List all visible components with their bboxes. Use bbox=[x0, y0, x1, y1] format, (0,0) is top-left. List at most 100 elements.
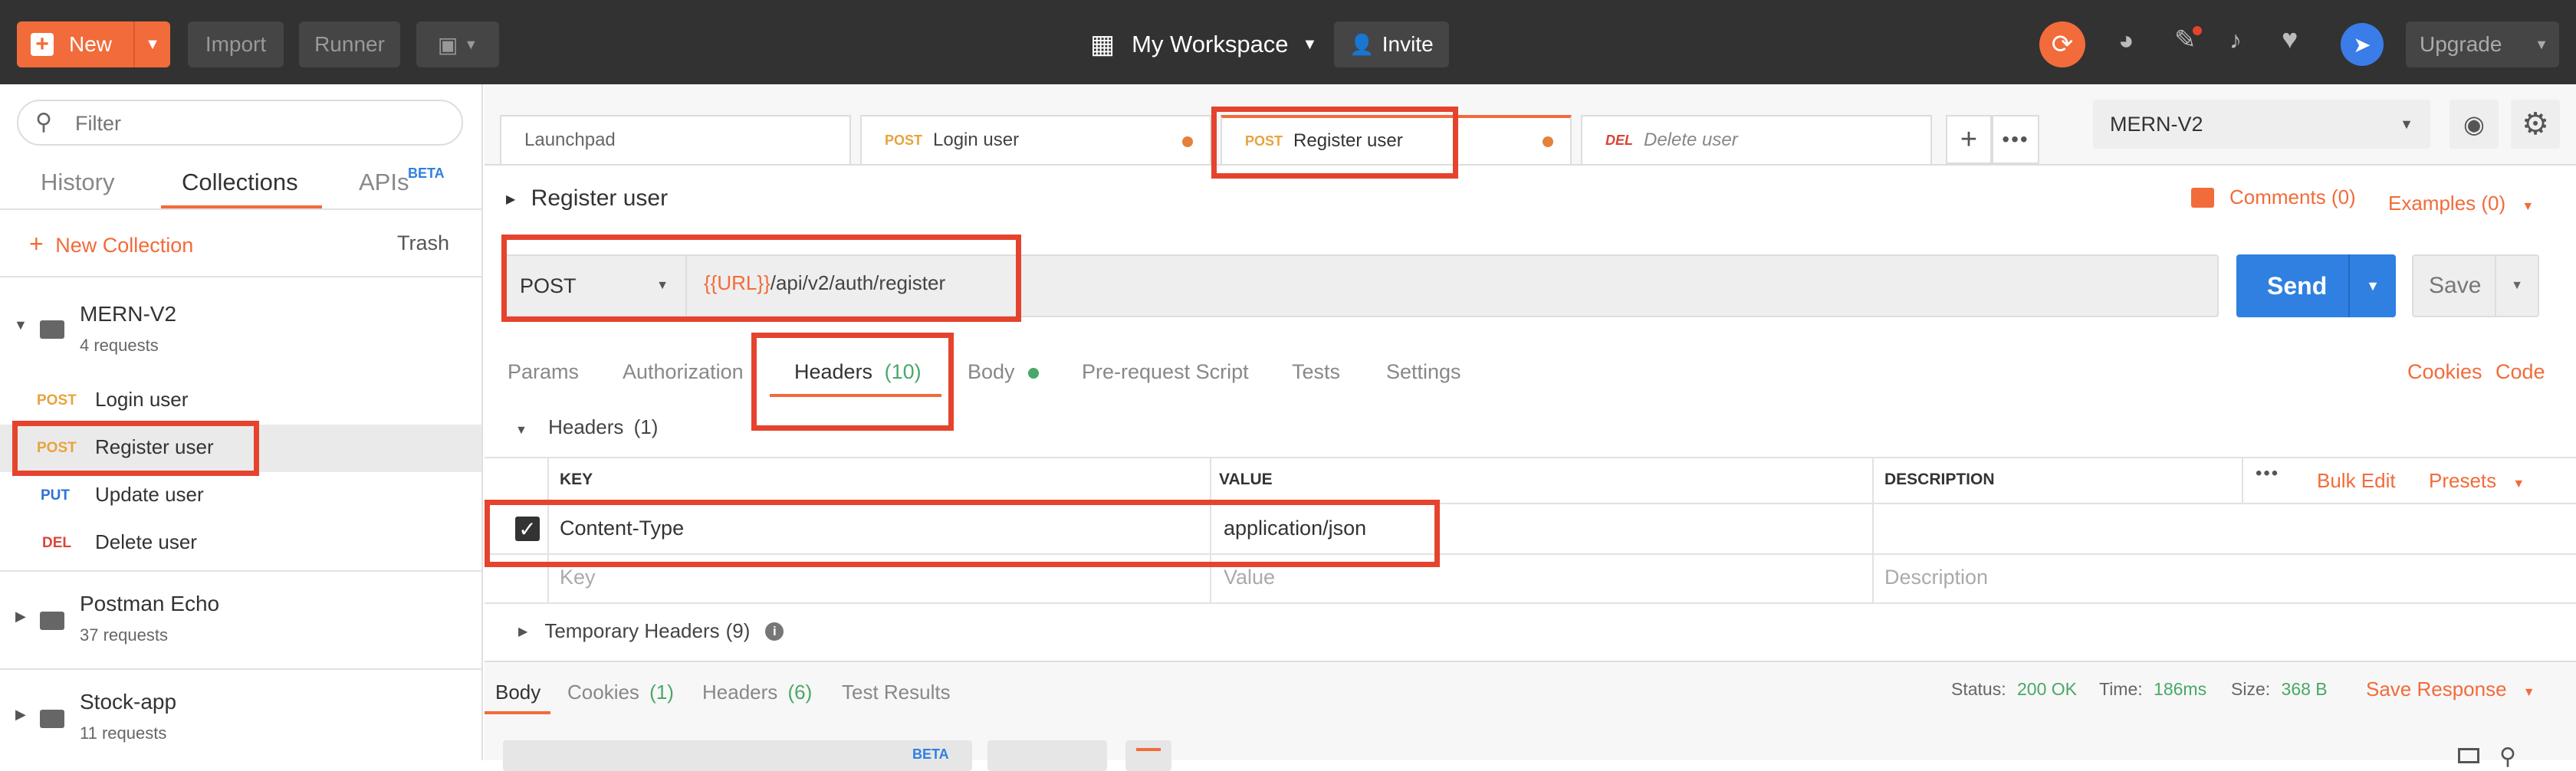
tab-launchpad[interactable]: Launchpad bbox=[500, 115, 851, 164]
workspace-switcher[interactable]: ▦ My Workspace ▼ bbox=[1090, 23, 1317, 66]
bulk-edit-link[interactable]: Bulk Edit bbox=[2317, 469, 2396, 493]
search-icon[interactable]: ⚲ bbox=[2499, 743, 2516, 770]
save-dropdown-chevron-icon[interactable]: ▼ bbox=[2495, 256, 2538, 316]
comments-button[interactable]: Comments (0) bbox=[2191, 185, 2356, 209]
new-dropdown-chevron-icon[interactable]: ▼ bbox=[133, 21, 170, 67]
size-value: 368 B bbox=[2281, 679, 2328, 699]
request-title[interactable]: ▶ Register user bbox=[506, 185, 668, 212]
chevron-down-icon: ▼ bbox=[1302, 35, 1318, 53]
gear-icon[interactable]: ⚙ bbox=[2511, 100, 2560, 149]
method-badge: DEL bbox=[42, 535, 71, 551]
filter-input[interactable] bbox=[74, 109, 445, 138]
rocket-icon[interactable]: ➤ bbox=[2341, 23, 2384, 66]
response-view-toggle[interactable] bbox=[503, 740, 972, 771]
tab-prerequest-script[interactable]: Pre-request Script bbox=[1082, 360, 1249, 384]
body-tab-label: Body bbox=[968, 360, 1015, 383]
tab-authorization[interactable]: Authorization bbox=[623, 360, 744, 384]
sync-icon[interactable]: ⟳ bbox=[2039, 21, 2085, 67]
request-name: Delete user bbox=[95, 530, 197, 553]
send-button[interactable]: Send ▼ bbox=[2236, 254, 2396, 317]
presets-dropdown[interactable]: Presets ▼ bbox=[2429, 469, 2525, 493]
response-tab-test-results[interactable]: Test Results bbox=[842, 681, 951, 704]
add-tab-button[interactable]: + bbox=[1946, 115, 1992, 164]
tab-login-user[interactable]: POST Login user bbox=[860, 115, 1211, 164]
trash-button[interactable]: Trash bbox=[397, 231, 449, 255]
tab-label: Launchpad bbox=[524, 130, 616, 150]
response-time: Time: 186ms bbox=[2099, 679, 2206, 700]
collection-item[interactable]: ▼ MERN-V2 4 requests bbox=[0, 277, 481, 377]
format-select[interactable] bbox=[987, 740, 1107, 771]
heart-icon[interactable]: ♥ bbox=[2282, 23, 2298, 55]
new-label: New bbox=[69, 32, 113, 56]
examples-label: Examples (0) bbox=[2388, 192, 2506, 215]
tab-apis[interactable]: APIs bbox=[359, 169, 409, 196]
collection-item[interactable]: ▶ Postman Echo 37 requests bbox=[0, 572, 481, 668]
headers-section-title[interactable]: ▼ Headers (1) bbox=[515, 415, 658, 439]
comments-label: Comments (0) bbox=[2229, 185, 2356, 208]
upgrade-button[interactable]: Upgrade ▼ bbox=[2406, 21, 2559, 67]
save-response-button[interactable]: Save Response ▼ bbox=[2366, 677, 2535, 701]
bell-icon[interactable]: ♪ bbox=[2229, 26, 2242, 54]
response-tab-headers[interactable]: Headers (6) bbox=[702, 681, 812, 704]
request-item-delete[interactable]: DEL Delete user bbox=[0, 520, 481, 567]
table-border bbox=[1872, 457, 1874, 602]
plus-icon: + bbox=[31, 31, 54, 57]
more-tabs-icon[interactable]: ••• bbox=[1992, 115, 2039, 164]
tab-body[interactable]: Body bbox=[968, 360, 1040, 384]
temporary-headers-toggle[interactable]: ▶ Temporary Headers (9) i bbox=[518, 619, 784, 643]
collection-count: 11 requests bbox=[80, 723, 167, 743]
send-dropdown-chevron-icon[interactable]: ▼ bbox=[2348, 254, 2396, 317]
examples-button[interactable]: Examples (0) ▼ bbox=[2388, 192, 2534, 215]
tab-params[interactable]: Params bbox=[508, 360, 579, 384]
save-button[interactable]: Save ▼ bbox=[2412, 254, 2539, 317]
chevron-down-icon: ▼ bbox=[2512, 477, 2525, 490]
folder-icon bbox=[40, 710, 64, 728]
new-window-button[interactable]: ▣ ▼ bbox=[416, 21, 499, 67]
request-item-update[interactable]: PUT Update user bbox=[0, 472, 481, 520]
copy-icon[interactable] bbox=[2458, 748, 2479, 763]
method-badge: POST bbox=[37, 392, 77, 408]
import-button[interactable]: Import bbox=[188, 21, 284, 67]
environment-select[interactable]: MERN-V2 ▼ bbox=[2093, 100, 2430, 149]
new-key-input[interactable]: Key bbox=[560, 566, 596, 589]
collection-name: Postman Echo bbox=[80, 592, 220, 615]
runner-button[interactable]: Runner bbox=[299, 21, 400, 67]
request-name: Update user bbox=[95, 483, 204, 506]
tab-settings[interactable]: Settings bbox=[1386, 360, 1461, 384]
folder-icon bbox=[40, 612, 64, 630]
time-value: 186ms bbox=[2154, 679, 2207, 699]
response-status: Status: 200 OK bbox=[1951, 679, 2077, 700]
filter-box[interactable]: ⚲ bbox=[17, 100, 463, 146]
table-border bbox=[485, 457, 2576, 458]
new-collection-button[interactable]: + New Collection bbox=[29, 230, 193, 258]
tab-history[interactable]: History bbox=[41, 169, 114, 196]
collection-item[interactable]: ▶ Stock-app 11 requests bbox=[0, 670, 481, 766]
tab-delete-user[interactable]: DEL Delete user bbox=[1581, 115, 1932, 164]
new-value-input[interactable]: Value bbox=[1224, 566, 1275, 589]
invite-button[interactable]: 👤 Invite bbox=[1334, 21, 1449, 67]
response-headers-label: Headers bbox=[702, 681, 778, 704]
column-header-key: KEY bbox=[560, 471, 593, 488]
response-headers-count: (6) bbox=[787, 681, 813, 704]
eye-icon[interactable]: ◉ bbox=[2450, 100, 2499, 149]
info-icon[interactable]: i bbox=[765, 622, 784, 641]
response-tab-body[interactable]: Body bbox=[495, 681, 540, 704]
invite-label: Invite bbox=[1382, 32, 1434, 56]
notification-dot-icon bbox=[2193, 26, 2202, 35]
new-description-input[interactable]: Description bbox=[1884, 566, 1988, 589]
more-options-icon[interactable]: ••• bbox=[2256, 463, 2279, 484]
request-title-text: Register user bbox=[531, 185, 669, 211]
upgrade-label: Upgrade bbox=[2420, 32, 2502, 56]
temporary-headers-label: Temporary Headers bbox=[544, 619, 720, 642]
wrap-lines-icon[interactable] bbox=[1125, 740, 1171, 771]
send-label: Send bbox=[2267, 271, 2328, 300]
response-tab-cookies[interactable]: Cookies (1) bbox=[567, 681, 674, 704]
satellite-icon[interactable]: ◕ bbox=[2118, 26, 2134, 56]
unsaved-dot-icon bbox=[1543, 136, 1553, 147]
request-item-login[interactable]: POST Login user bbox=[0, 377, 481, 425]
code-link[interactable]: Code bbox=[2496, 360, 2545, 384]
new-button[interactable]: + New ▼ bbox=[17, 21, 170, 67]
cookies-link[interactable]: Cookies bbox=[2407, 360, 2482, 384]
tab-tests[interactable]: Tests bbox=[1292, 360, 1340, 384]
tab-collections[interactable]: Collections bbox=[182, 169, 298, 196]
